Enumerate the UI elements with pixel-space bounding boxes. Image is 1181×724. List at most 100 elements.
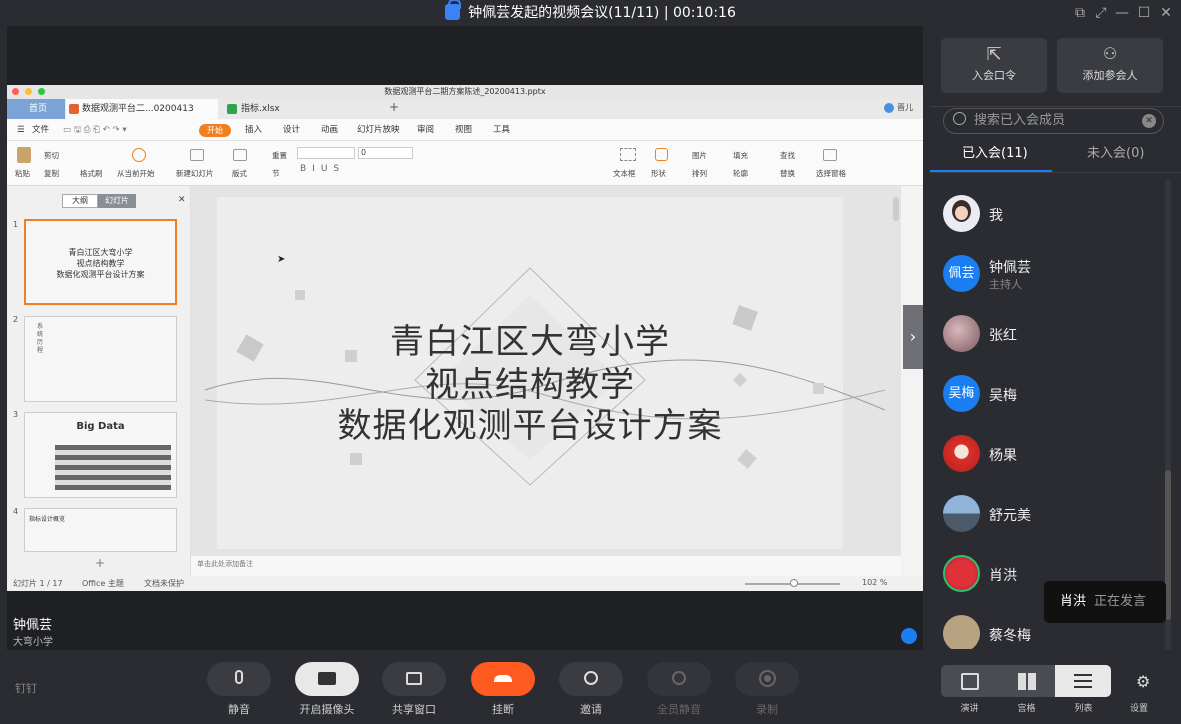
member-me[interactable]: 我 bbox=[943, 195, 1163, 235]
vertical-scrollbar[interactable] bbox=[893, 197, 899, 221]
mac-zoom-dot[interactable] bbox=[38, 88, 45, 95]
grid-view-icon bbox=[1017, 673, 1036, 690]
tab-joined[interactable]: 已入会(11) bbox=[962, 144, 1028, 172]
tab-slides[interactable]: 幻灯片 bbox=[98, 194, 136, 208]
search-icon bbox=[953, 112, 966, 125]
tab-pptx[interactable]: 数据观测平台二...0200413 bbox=[66, 99, 218, 119]
menu-review[interactable]: 审阅 bbox=[417, 119, 434, 141]
tab-home[interactable]: 首页 bbox=[7, 99, 65, 119]
member[interactable]: 吴梅 吴梅 bbox=[943, 375, 1163, 415]
member-search-input[interactable]: 搜索已入会成员 bbox=[943, 108, 1164, 134]
thumb-number: 3 bbox=[13, 410, 19, 419]
menu-view[interactable]: 视图 bbox=[455, 119, 472, 141]
close-button[interactable]: ✕ bbox=[1157, 4, 1175, 22]
fill-button[interactable]: 填充 bbox=[733, 150, 748, 161]
paste-icon[interactable] bbox=[17, 147, 31, 163]
font-family-select[interactable] bbox=[297, 147, 355, 159]
reset-button[interactable]: 重置 bbox=[272, 150, 287, 161]
share-window-button[interactable] bbox=[382, 662, 446, 696]
pin-icon[interactable]: ⧉ bbox=[1071, 4, 1089, 22]
camera-button[interactable] bbox=[295, 662, 359, 696]
maximize-button[interactable]: ☐ bbox=[1135, 4, 1153, 22]
shape-icon[interactable] bbox=[655, 148, 668, 161]
join-code-button[interactable]: ⇱ 入会口令 bbox=[941, 38, 1047, 93]
invite-icon bbox=[584, 671, 598, 685]
menu-start[interactable]: 开始 bbox=[199, 124, 231, 137]
outline-button[interactable]: 轮廓 bbox=[733, 168, 748, 179]
close-pane-icon[interactable]: ✕ bbox=[178, 195, 186, 205]
next-page-arrow[interactable]: › bbox=[903, 305, 923, 369]
mute-all-icon bbox=[672, 671, 686, 685]
clear-search-icon[interactable]: ✕ bbox=[1142, 114, 1156, 128]
minimize-button[interactable]: — bbox=[1113, 4, 1131, 22]
view-speaker-button[interactable] bbox=[941, 665, 998, 697]
tab-not-joined[interactable]: 未入会(0) bbox=[1087, 144, 1144, 172]
font-size-select[interactable]: 0 bbox=[358, 147, 413, 159]
thumb-slide-1[interactable]: 青白江区大弯小学 视点结构教学 数据化观测平台设计方案 bbox=[24, 219, 177, 305]
mac-close-dot[interactable] bbox=[12, 88, 19, 95]
thumb-slide-2[interactable]: 系统历程 bbox=[24, 316, 177, 402]
menu-slideshow[interactable]: 幻灯片放映 bbox=[357, 119, 400, 141]
thumb-slide-4[interactable]: 指标设计概览 bbox=[24, 508, 177, 552]
user-avatar[interactable] bbox=[884, 103, 894, 113]
mute-button[interactable] bbox=[207, 662, 271, 696]
arrange-button[interactable]: 排列 bbox=[692, 168, 707, 179]
font-style-buttons[interactable]: BIUS bbox=[300, 164, 345, 174]
copy-button[interactable]: 复制 bbox=[44, 168, 59, 179]
find-button[interactable]: 查找 bbox=[780, 150, 795, 161]
zoom-slider-thumb[interactable] bbox=[790, 579, 798, 587]
add-participant-button[interactable]: ⚇ 添加参会人 bbox=[1057, 38, 1163, 93]
selection-pane-icon[interactable] bbox=[823, 149, 837, 161]
member[interactable]: 张红 bbox=[943, 315, 1163, 355]
mute-all-button[interactable] bbox=[647, 662, 711, 696]
replace-button[interactable]: 替换 bbox=[780, 168, 795, 179]
member-host[interactable]: 佩芸 钟佩芸 主持人 bbox=[943, 255, 1163, 295]
member[interactable]: 舒元美 bbox=[943, 495, 1163, 535]
shape-button[interactable]: 形状 bbox=[651, 168, 666, 179]
add-slide-icon[interactable]: + bbox=[95, 556, 105, 570]
layout-button[interactable]: 版式 bbox=[232, 168, 247, 179]
view-list-button[interactable] bbox=[1055, 665, 1111, 697]
play-icon[interactable] bbox=[132, 148, 146, 162]
microphone-icon bbox=[235, 670, 243, 684]
xlsx-file-icon bbox=[227, 104, 237, 114]
hangup-button[interactable] bbox=[471, 662, 535, 696]
menu-insert[interactable]: 插入 bbox=[245, 119, 262, 141]
thumb-slide-3[interactable]: Big Data bbox=[24, 412, 177, 498]
cut-button[interactable]: 剪切 bbox=[44, 150, 59, 161]
quick-access-icons[interactable]: ▭ 🖫 ⎙ ⎗ ↶ ↷ ▾ bbox=[63, 119, 127, 141]
gear-icon[interactable]: ⚙ bbox=[1136, 672, 1150, 691]
format-painter-button[interactable]: 格式刷 bbox=[80, 168, 103, 179]
meeting-title: 钟佩芸发起的视频会议(11/11) | 00:10:16 bbox=[0, 0, 1181, 26]
invite-label: 邀请 bbox=[580, 703, 602, 716]
section-button[interactable]: 节 bbox=[272, 168, 280, 179]
new-tab-icon[interactable]: + bbox=[389, 100, 399, 114]
menu-design[interactable]: 设计 bbox=[283, 119, 300, 141]
record-button[interactable] bbox=[735, 662, 799, 696]
new-slide-icon[interactable] bbox=[190, 149, 204, 161]
menu-file[interactable]: 文件 bbox=[32, 119, 49, 141]
mac-minimize-dot[interactable] bbox=[25, 88, 32, 95]
member[interactable]: 杨果 bbox=[943, 435, 1163, 475]
tab-outline[interactable]: 大纲 bbox=[62, 194, 98, 208]
thumb-table bbox=[55, 445, 171, 490]
menu-animation[interactable]: 动画 bbox=[321, 119, 338, 141]
selection-pane-button[interactable]: 选择窗格 bbox=[816, 168, 846, 179]
textbox-button[interactable]: 文本框 bbox=[613, 168, 636, 179]
paste-label[interactable]: 粘贴 bbox=[15, 168, 30, 179]
textbox-icon[interactable] bbox=[620, 148, 636, 161]
menu-tools[interactable]: 工具 bbox=[493, 119, 510, 141]
picture-button[interactable]: 图片 bbox=[692, 150, 707, 161]
play-current-button[interactable]: 从当前开始 bbox=[117, 168, 155, 179]
new-slide-button[interactable]: 新建幻灯片 bbox=[176, 168, 214, 179]
notes-area[interactable]: 单击此处添加备注 bbox=[191, 556, 901, 576]
invite-button[interactable] bbox=[559, 662, 623, 696]
avatar bbox=[943, 555, 980, 592]
chat-icon[interactable] bbox=[901, 628, 917, 644]
layout-icon[interactable] bbox=[233, 149, 247, 161]
tab-xlsx[interactable]: 指标.xlsx bbox=[219, 99, 377, 119]
view-grid-button[interactable] bbox=[998, 665, 1055, 697]
view-speaker-label: 演讲 bbox=[960, 704, 979, 714]
menu-icon[interactable]: ☰ bbox=[17, 119, 25, 141]
fullscreen-icon[interactable]: ⤢ bbox=[1092, 4, 1110, 22]
